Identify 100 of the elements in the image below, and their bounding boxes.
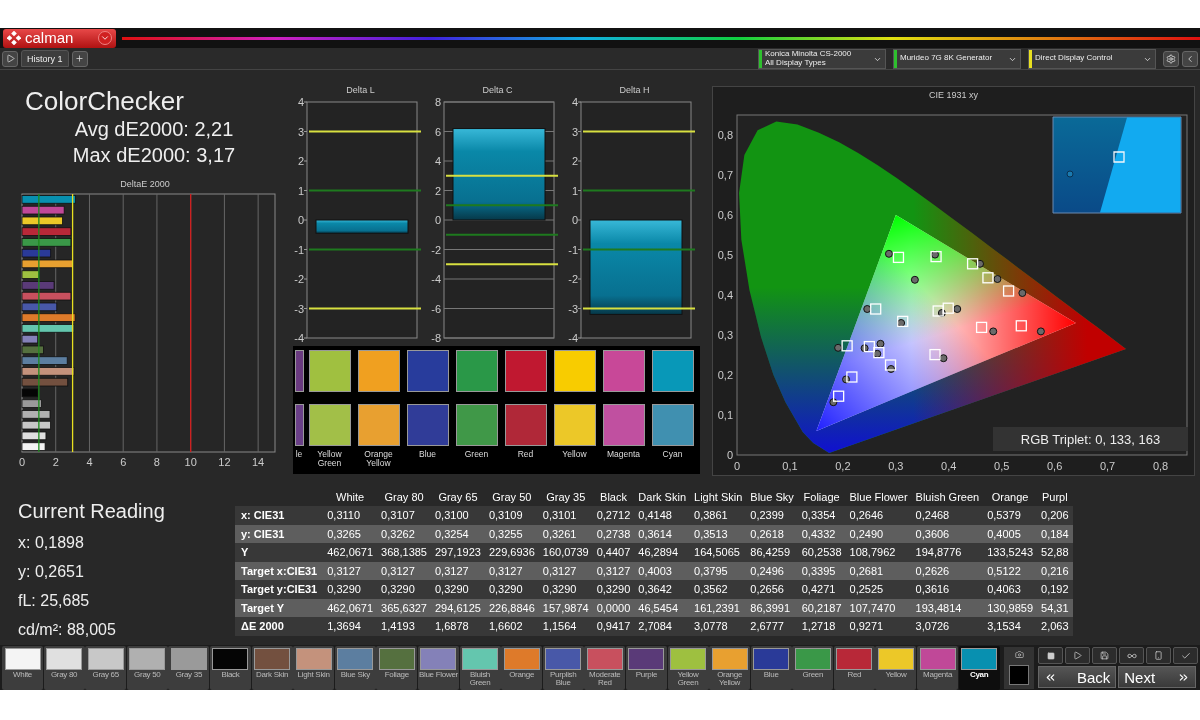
measured-point <box>876 339 885 348</box>
patch-label: Gray 35 <box>175 670 203 679</box>
table-cell: 226,8846 <box>484 598 539 617</box>
patch-button[interactable]: Foliage <box>376 645 418 690</box>
patch-button[interactable]: Green <box>792 645 834 690</box>
patch-button[interactable]: Gray 35 <box>168 645 210 690</box>
device-dropdown[interactable]: Direct Display Control <box>1028 48 1156 69</box>
patch-button[interactable]: Black <box>209 645 251 690</box>
tick-label: 0 <box>726 449 733 461</box>
stop-button[interactable] <box>1038 647 1064 664</box>
history-tab[interactable]: History 1 <box>21 50 69 67</box>
measured-point <box>860 344 869 353</box>
bar <box>21 195 76 204</box>
add-tab-button[interactable] <box>71 50 88 67</box>
table-cell: 0,2496 <box>746 561 798 580</box>
measured-point <box>1036 327 1045 336</box>
table-cell: 0,3795 <box>690 561 747 580</box>
tick-label: 0,5 <box>994 460 1010 472</box>
table-cell: 0,3265 <box>323 524 378 543</box>
patch-button[interactable]: Magenta <box>917 645 959 690</box>
patch-button[interactable]: Red <box>833 645 875 690</box>
loop-button[interactable] <box>1119 647 1145 664</box>
row-header: ΔE 2000 <box>235 617 324 636</box>
patch-button[interactable]: Gray 65 <box>85 645 127 690</box>
swatch-label: Magenta <box>606 450 641 459</box>
table-cell: 0,3290 <box>431 580 485 599</box>
target-point <box>846 371 858 383</box>
patch-button[interactable]: Blue Flower <box>417 645 459 690</box>
back-button[interactable]: Back <box>1038 666 1117 688</box>
phone-icon <box>1154 651 1164 660</box>
tick-label: 0,1 <box>717 409 733 421</box>
patch-button[interactable]: Blue <box>750 645 792 690</box>
patch-button[interactable]: Light Skin <box>293 645 335 690</box>
table-cell: 0,184 <box>1037 524 1073 543</box>
reading-value: cd/m²: 88,005 <box>18 620 117 640</box>
target-point <box>892 251 905 264</box>
patch-button[interactable]: Bluish Green <box>459 645 501 690</box>
device-button[interactable] <box>1146 647 1172 664</box>
table-cell: 0,4003 <box>634 561 690 580</box>
next-button[interactable]: Next <box>1118 666 1197 688</box>
chart-title: CIE 1931 xy <box>928 89 979 102</box>
device-dropdown[interactable]: Konica Minolta CS-2000 All Display Types <box>758 48 886 69</box>
patch-button[interactable]: Dark Skin <box>251 645 293 690</box>
table-cell: 0,3616 <box>911 580 984 599</box>
settings-button[interactable] <box>1163 50 1179 67</box>
table-cell: 157,9874 <box>538 598 593 617</box>
tick-label: 0,7 <box>1099 460 1116 472</box>
patch-button[interactable]: Purplish Blue <box>542 645 584 690</box>
patch-button[interactable]: Cyan <box>958 645 1000 690</box>
bar <box>21 227 72 236</box>
tick-label: 6 <box>120 456 127 468</box>
measured-point <box>842 375 851 384</box>
play-button[interactable] <box>2 50 18 67</box>
patch-button[interactable]: Orange Yellow <box>709 645 751 690</box>
patch-button[interactable]: Moderate Red <box>584 645 626 690</box>
patch-button[interactable]: Yellow <box>875 645 917 690</box>
column-header: Gray 35 <box>538 487 593 506</box>
table-cell: 0,4005 <box>983 524 1038 543</box>
column-header: Purpl <box>1037 487 1073 506</box>
patch-button[interactable]: Gray 50 <box>126 645 168 690</box>
tick-label: -8 <box>431 332 441 344</box>
target-point <box>932 305 944 317</box>
tick-label: 0,4 <box>717 289 733 301</box>
table-cell: 0,3290 <box>323 580 378 599</box>
table-cell: 0,3127 <box>484 561 539 580</box>
tick-label: 0,6 <box>717 209 733 221</box>
play-button[interactable] <box>1065 647 1091 664</box>
tick-label: -3 <box>568 302 578 315</box>
target-point <box>884 359 897 371</box>
tick-label: 3 <box>297 125 304 138</box>
table-cell: 0,3127 <box>323 561 378 580</box>
patch-button[interactable]: Gray 80 <box>43 645 85 690</box>
tick-label: 0 <box>571 214 578 226</box>
tick-label: 2 <box>571 155 578 167</box>
table-cell: 46,5454 <box>634 598 690 617</box>
save-button[interactable] <box>1092 647 1118 664</box>
tick-label: 0 <box>297 214 304 226</box>
measured-point <box>897 319 906 327</box>
preview-swatch <box>1009 665 1030 686</box>
bar <box>21 420 51 430</box>
table-cell: 0,4063 <box>983 580 1038 599</box>
patch-button[interactable]: Blue Sky <box>334 645 376 690</box>
column-header: Black <box>592 487 635 506</box>
patch-button[interactable]: Orange <box>501 645 543 690</box>
device-dropdown[interactable]: Murideo 7G 8K Generator <box>893 48 1021 69</box>
patch-label: Moderate Red <box>588 670 622 688</box>
row-header: Target x:CIE31 <box>235 561 324 580</box>
back-button[interactable] <box>1182 50 1198 67</box>
target-point <box>929 348 941 361</box>
table-cell: 368,1385 <box>377 543 431 562</box>
patch-button[interactable]: Purple <box>625 645 667 690</box>
patch-label: Foliage <box>384 670 409 679</box>
measured-point <box>989 327 998 336</box>
table-cell: 0,9271 <box>845 617 912 636</box>
app-logo[interactable]: calman <box>3 28 116 48</box>
patch-button[interactable]: White <box>2 645 43 690</box>
tick-label: 0,3 <box>717 329 733 341</box>
patch-button[interactable]: Yellow Green <box>667 645 709 690</box>
tick-label: 0,3 <box>888 460 904 472</box>
patch-label: Magenta <box>923 670 953 679</box>
